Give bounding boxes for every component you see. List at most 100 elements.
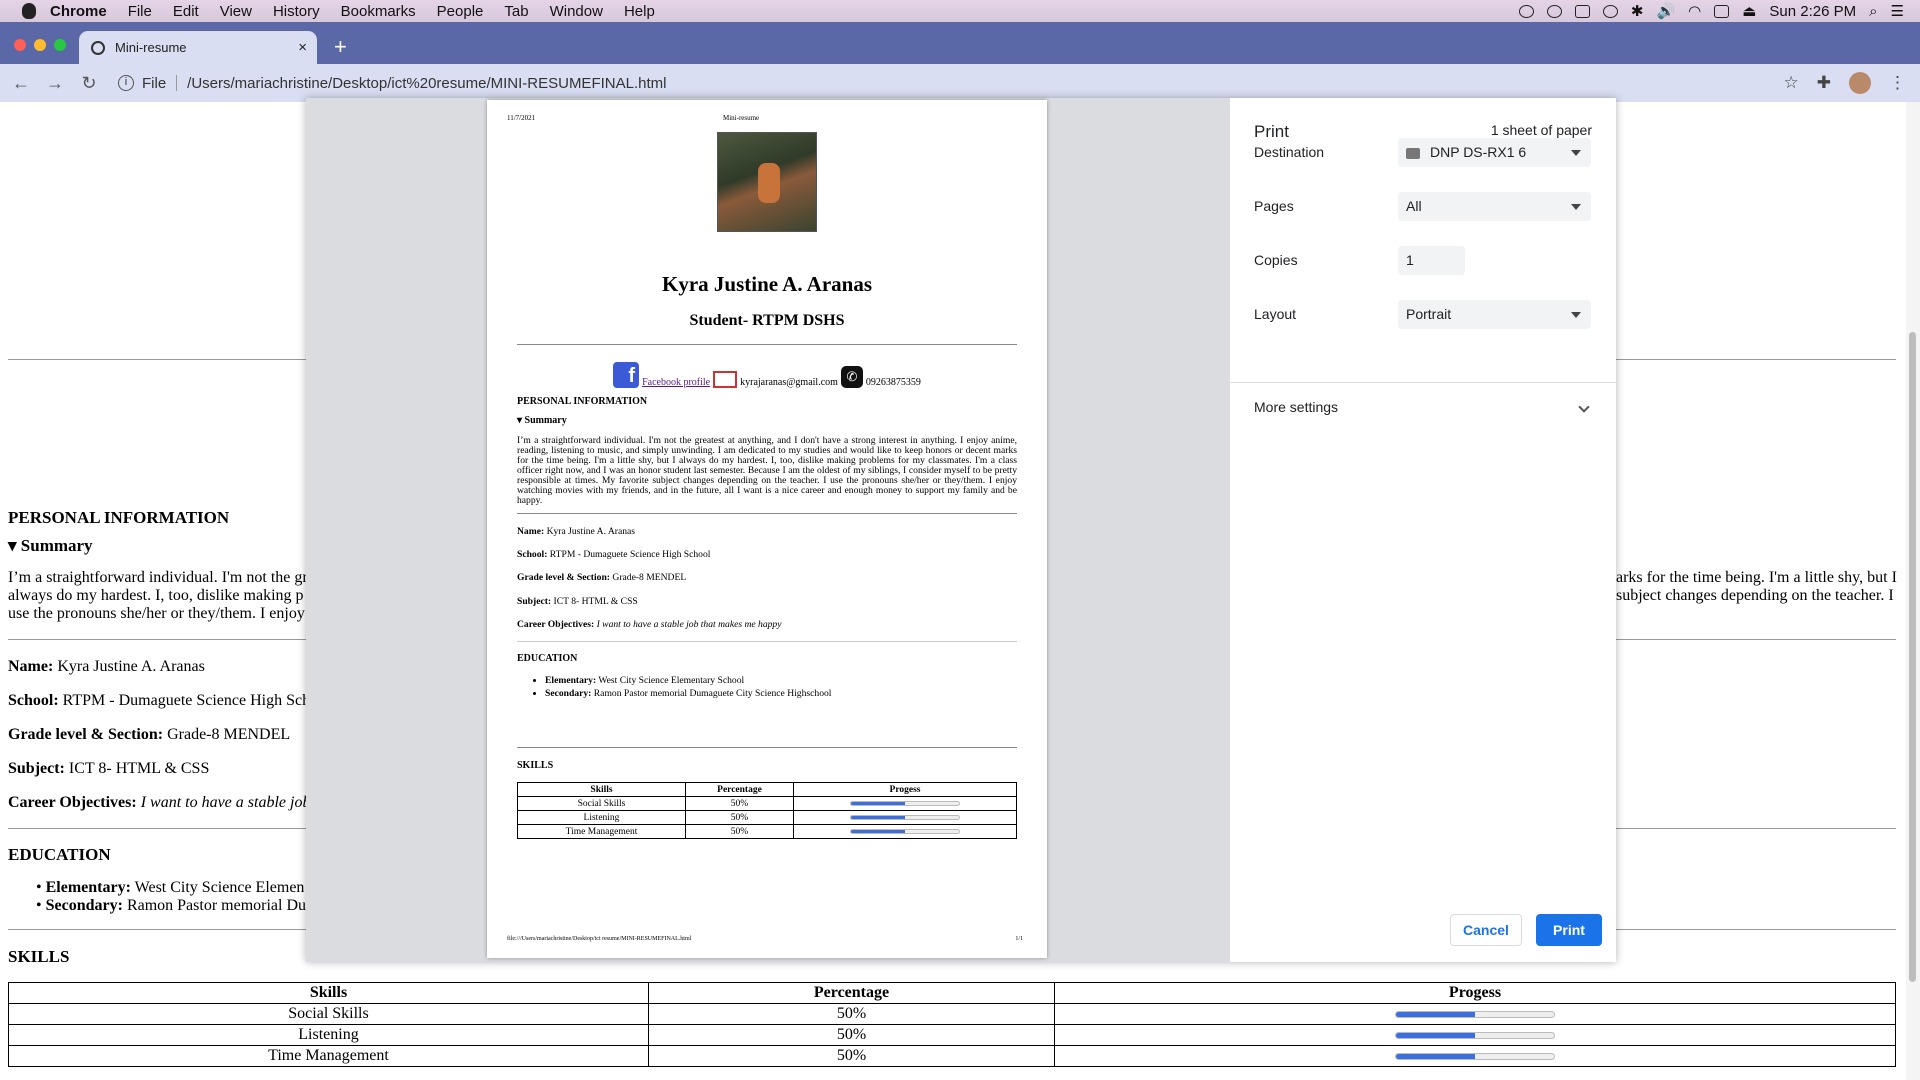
preview-name: Kyra Justine A. Aranas <box>661 272 873 296</box>
skill-name: Social Skills <box>517 796 686 811</box>
skill-percent: 50% <box>648 1003 1055 1025</box>
menu-window[interactable]: Window <box>550 3 603 20</box>
cancel-button[interactable]: Cancel <box>1450 914 1522 946</box>
divider <box>517 641 1017 642</box>
skill-progress-cell <box>1054 1003 1896 1025</box>
spotlight-icon[interactable]: ⌕ <box>1869 3 1877 20</box>
page-scrollbar[interactable] <box>1906 102 1920 1080</box>
summary-line-right: arks for the time being. I'm a little sh… <box>1616 569 1897 586</box>
summary-line: I’m a straightforward individual. I'm no… <box>8 569 308 586</box>
print-dialog: 11/7/2021 Mini-resume Kyra Justine A. Ar… <box>306 98 1616 962</box>
col-progress: Progess <box>793 782 1017 797</box>
grade-value: Grade-8 MENDEL <box>167 726 291 743</box>
preview-career-value: I want to have a stable job that makes m… <box>596 619 782 630</box>
tab-strip: Mini-resume × + <box>0 22 1920 64</box>
pages-select[interactable]: All <box>1398 192 1591 221</box>
tab-mini-resume[interactable]: Mini-resume × <box>79 31 317 64</box>
scrollbar-thumb[interactable] <box>1909 332 1916 982</box>
summary-toggle[interactable]: ▾ Summary <box>8 536 93 556</box>
clipboard-icon[interactable] <box>1574 4 1590 18</box>
bookmark-star-icon[interactable]: ☆ <box>1784 73 1799 93</box>
time-machine-icon[interactable] <box>1602 4 1618 18</box>
print-settings-panel: Print 1 sheet of paper Destination DNP D… <box>1230 98 1616 962</box>
copies-input[interactable]: 1 <box>1398 246 1465 275</box>
destination-select[interactable]: DNP DS-RX1 6 <box>1398 138 1591 167</box>
preview-summary: I’m a straightforward individual. I'm no… <box>517 435 1017 506</box>
progress-bar <box>1395 1031 1555 1039</box>
print-preview-sheet: 11/7/2021 Mini-resume Kyra Justine A. Ar… <box>487 100 1047 958</box>
skill-progress-cell <box>793 824 1017 839</box>
address-bar[interactable]: i File /Users/mariachristine/Desktop/ict… <box>112 69 1806 97</box>
menu-people[interactable]: People <box>437 3 484 20</box>
skill-name: Listening <box>8 1024 649 1046</box>
sheet-count: 1 sheet of paper <box>1490 122 1592 138</box>
eject-icon[interactable]: ⏏ <box>1742 2 1756 20</box>
copies-label: Copies <box>1254 252 1298 268</box>
minimize-window-button[interactable] <box>34 39 46 51</box>
gear-icon[interactable] <box>1518 4 1534 18</box>
more-settings-toggle[interactable]: More settings <box>1254 399 1338 415</box>
reload-icon[interactable]: ↻ <box>76 73 102 94</box>
career-value: I want to have a stable job <box>140 794 311 811</box>
layout-value: Portrait <box>1406 306 1452 322</box>
menu-history[interactable]: History <box>273 3 320 20</box>
pages-value: All <box>1406 198 1422 214</box>
menu-help[interactable]: Help <box>624 3 655 20</box>
menu-app-name[interactable]: Chrome <box>50 3 107 20</box>
skill-percent: 50% <box>648 1024 1055 1046</box>
skill-progress-cell <box>793 796 1017 811</box>
preview-name-label: Name: <box>517 526 545 537</box>
wifi-icon[interactable]: ◠ <box>1688 2 1701 20</box>
chevron-down-icon[interactable] <box>1578 401 1590 413</box>
bluetooth-icon[interactable]: ✱ <box>1631 2 1644 20</box>
skill-progress-cell <box>1054 1024 1896 1046</box>
table-header-row: Skills Percentage Progess <box>517 782 1017 797</box>
avatar[interactable] <box>1849 72 1871 94</box>
clock[interactable]: Sun 2:26 PM <box>1769 3 1856 20</box>
chrome-menu-icon[interactable]: ⋮ <box>1889 73 1906 93</box>
menu-file[interactable]: File <box>128 3 152 20</box>
print-button[interactable]: Print <box>1536 914 1602 946</box>
name-label: Name: <box>8 658 54 675</box>
menu-tab[interactable]: Tab <box>504 3 528 20</box>
facebook-link[interactable]: Facebook profile <box>642 377 710 388</box>
extensions-icon[interactable]: ✚ <box>1817 73 1831 93</box>
menu-bookmarks[interactable]: Bookmarks <box>341 3 416 20</box>
col-progress: Progess <box>1054 982 1896 1004</box>
keyboard-icon[interactable] <box>1714 4 1730 18</box>
close-tab-icon[interactable]: × <box>298 39 307 56</box>
creative-cloud-icon[interactable] <box>1546 4 1562 18</box>
profile-photo <box>717 132 817 232</box>
zoom-window-button[interactable] <box>54 39 66 51</box>
apple-icon[interactable] <box>22 3 36 19</box>
layout-select[interactable]: Portrait <box>1398 300 1591 329</box>
new-tab-button[interactable]: + <box>334 34 347 60</box>
contact-row: f Facebook profile kyrajaranas@gmail.com… <box>487 362 1047 388</box>
chevron-down-icon <box>1571 312 1581 318</box>
browser-toolbar: ← → ↻ i File /Users/mariachristine/Deskt… <box>0 64 1920 102</box>
preview-footer-path: file:///Users/mariachristine/Desktop/ict… <box>507 936 692 942</box>
progress-fill <box>851 801 905 805</box>
grade-line: Grade level & Section: Grade-8 MENDEL <box>8 726 290 744</box>
progress-fill <box>851 829 905 833</box>
notification-center-icon[interactable]: ☰ <box>1891 2 1904 20</box>
volume-icon[interactable]: 🔊 <box>1656 2 1675 20</box>
back-icon[interactable]: ← <box>8 73 34 94</box>
url-text[interactable]: /Users/mariachristine/Desktop/ict%20resu… <box>187 75 666 92</box>
close-window-button[interactable] <box>14 39 26 51</box>
menu-edit[interactable]: Edit <box>173 3 199 20</box>
preview-education-list: Elementary: West City Science Elementary… <box>545 674 831 700</box>
divider <box>517 747 1017 748</box>
col-percentage: Percentage <box>685 782 794 797</box>
preview-skills-heading: SKILLS <box>517 760 554 771</box>
subject-line: Subject: ICT 8- HTML & CSS <box>8 760 209 778</box>
career-label: Career Objectives: <box>8 794 137 811</box>
phone-icon: ✆ <box>840 366 863 388</box>
forward-icon[interactable]: → <box>42 73 68 94</box>
preview-subject-line: Subject: ICT 8- HTML & CSS <box>517 596 638 607</box>
progress-bar <box>850 800 960 806</box>
education-secondary: • Secondary: Ramon Pastor memorial Du <box>36 897 307 914</box>
info-icon[interactable]: i <box>118 75 134 91</box>
table-row: Time Management 50% <box>8 1045 1896 1067</box>
menu-view[interactable]: View <box>220 3 252 20</box>
